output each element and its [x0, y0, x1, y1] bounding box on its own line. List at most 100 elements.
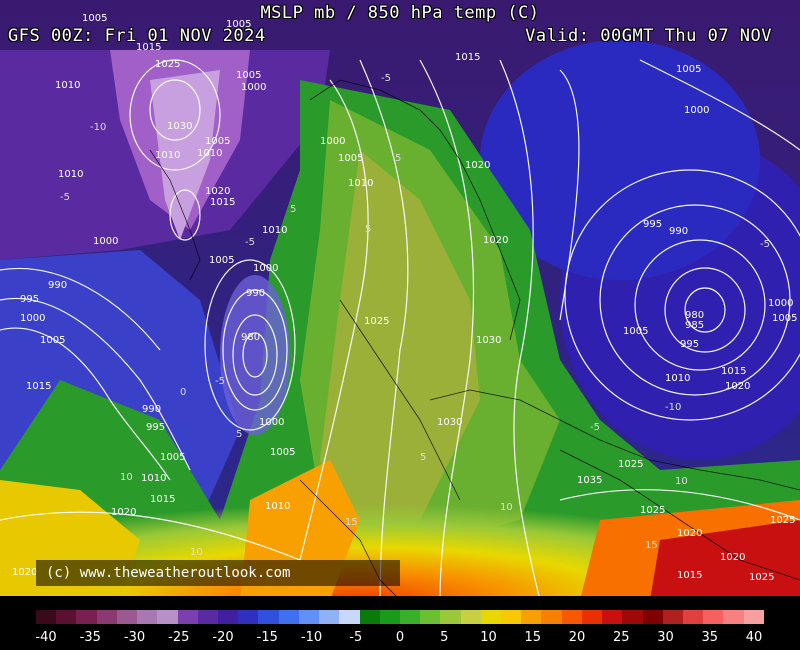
color-swatch: [298, 610, 320, 624]
color-scale-tick: 5: [440, 630, 449, 645]
color-swatch: [116, 610, 138, 624]
color-swatch: [177, 610, 198, 624]
valid-time-label: Valid: 00GMT Thu 07 NOV: [525, 26, 772, 46]
color-scale-tick: -20: [212, 630, 234, 645]
isobar-label: 1010: [665, 373, 690, 384]
temp-label: 15: [345, 517, 358, 528]
color-scale-tick: 30: [657, 630, 674, 645]
color-swatch: [743, 610, 764, 624]
isobar-label: 1015: [150, 494, 175, 505]
color-swatch: [379, 610, 400, 624]
temp-label: 5: [236, 429, 242, 440]
temp-label: 5: [395, 153, 401, 164]
color-swatch: [561, 610, 582, 624]
color-swatch: [501, 610, 522, 624]
color-swatch: [440, 610, 461, 624]
color-swatch: [581, 610, 603, 624]
color-scale-tick: 25: [612, 630, 630, 645]
temp-label: -5: [215, 376, 225, 387]
color-scale-tick: -10: [300, 630, 323, 645]
color-scale-tick: -5: [349, 630, 363, 645]
isobar-label: 1020: [720, 552, 745, 563]
temp-label: 10: [120, 472, 133, 483]
isobar-label: 1015: [26, 381, 51, 392]
weather-map: 1005 1005 1015 1025 1030 1010 1010 1010 …: [0, 0, 800, 601]
color-swatch: [157, 610, 178, 624]
color-scale-tick: -25: [168, 630, 190, 645]
isobar-label: 1005: [270, 447, 295, 458]
color-scale-tick: 15: [524, 630, 542, 645]
isobar-label: 1000: [20, 313, 45, 324]
isobar-label: 1030: [437, 417, 462, 428]
color-swatch: [319, 610, 340, 624]
color-swatch: [521, 610, 542, 624]
color-swatch: [278, 610, 299, 624]
chart-title: MSLP mb / 850 hPa temp (C): [260, 3, 540, 23]
isobar-label: 1005: [772, 313, 797, 324]
color-scale-tick: 20: [568, 630, 586, 645]
color-scale-tick: -40: [35, 630, 57, 645]
isobar-label: 1025: [749, 572, 774, 583]
copyright-credit: (c) www.theweatheroutlook.com: [36, 560, 400, 586]
atlantic-low-core: [220, 275, 290, 435]
temp-label: 10: [190, 547, 203, 558]
color-swatch: [137, 610, 158, 624]
temp-label: 0: [180, 387, 186, 398]
isobar-label: 990: [142, 404, 161, 415]
temp-label: -5: [760, 239, 770, 250]
isobar-label: 985: [685, 320, 704, 331]
color-swatch: [96, 610, 117, 624]
isobar-label: 1015: [677, 570, 702, 581]
isobar-label: 1020: [483, 235, 508, 246]
isobar-label: 1030: [476, 335, 501, 346]
color-swatch: [420, 610, 441, 624]
color-swatch: [197, 610, 218, 624]
color-swatch: [703, 610, 724, 624]
isobar-label: 1020: [677, 528, 702, 539]
isobar-label: 1020: [205, 186, 230, 197]
model-run-label: GFS 00Z: Fri 01 NOV 2024: [8, 26, 266, 46]
isobar-label: 995: [680, 339, 699, 350]
color-scale-tick: 40: [745, 630, 763, 645]
isobar-label: 980: [241, 332, 260, 343]
color-scale-tick: -30: [123, 630, 146, 645]
temp-label: -5: [245, 237, 255, 248]
color-swatch: [399, 610, 421, 624]
isobar-label: 1035: [577, 475, 602, 486]
color-scale-legend: -40 -35 -30 -25 -20 -15 -10 -5 0 5 10 15 20 25 30 35 40: [0, 596, 800, 650]
isobar-label: 995: [643, 219, 662, 230]
isobar-label: 1010: [197, 148, 222, 159]
color-swatch: [662, 610, 683, 624]
isobar-label: 1020: [465, 160, 490, 171]
color-swatch: [76, 610, 97, 624]
isobar-label: 990: [246, 288, 265, 299]
isobar-label: 1010: [348, 178, 373, 189]
isobar-label: 1000: [259, 417, 284, 428]
color-swatch: [460, 610, 481, 624]
color-swatch: [541, 610, 562, 624]
isobar-label: 1005: [676, 64, 701, 75]
color-swatch: [339, 610, 360, 624]
color-scale-tick: 0: [395, 630, 405, 645]
temp-label: -10: [665, 402, 681, 413]
color-scale-tick: 10: [480, 630, 497, 645]
isobar-label: 1000: [253, 263, 278, 274]
temp-label: 15: [645, 540, 658, 551]
isobar-label: 1005: [338, 153, 363, 164]
temp-label: 5: [365, 224, 371, 235]
temp-label: 10: [500, 502, 513, 513]
temp-label: -5: [590, 422, 600, 433]
isobar-label: 1000: [93, 236, 118, 247]
color-swatch: [683, 610, 704, 624]
isobar-label: 1025: [155, 59, 180, 70]
temp-label: -5: [381, 73, 391, 84]
isobar-label: 1000: [768, 298, 793, 309]
temp-label: -5: [60, 192, 70, 203]
temp-label: 5: [290, 204, 296, 215]
isobar-label: 1010: [58, 169, 83, 180]
temp-label: 5: [420, 452, 426, 463]
isobar-label: 1015: [721, 366, 746, 377]
color-swatch: [642, 610, 663, 624]
isobar-label: 990: [48, 280, 67, 291]
color-swatch: [36, 610, 57, 624]
